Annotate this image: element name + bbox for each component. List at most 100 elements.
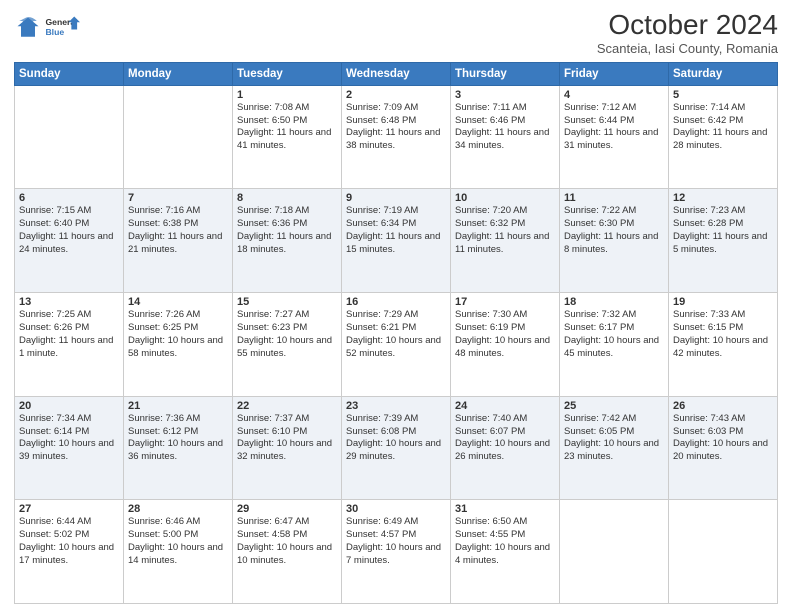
daylight-line: Daylight: 10 hours and 58 minutes.: [128, 335, 228, 361]
sunrise-line: Sunrise: 7:25 AM: [19, 309, 119, 322]
day-number: 29: [237, 503, 337, 515]
day-of-week-header: Monday: [124, 62, 233, 85]
calendar-cell: 22Sunrise: 7:37 AMSunset: 6:10 PMDayligh…: [233, 396, 342, 500]
sunrise-line: Sunrise: 6:50 AM: [455, 516, 555, 529]
daylight-line: Daylight: 10 hours and 42 minutes.: [673, 335, 773, 361]
day-number: 23: [346, 400, 446, 412]
sunset-line: Sunset: 6:48 PM: [346, 115, 446, 128]
sunset-line: Sunset: 6:21 PM: [346, 322, 446, 335]
daylight-line: Daylight: 11 hours and 11 minutes.: [455, 231, 555, 257]
sunset-line: Sunset: 5:00 PM: [128, 529, 228, 542]
day-of-week-header: Tuesday: [233, 62, 342, 85]
sunrise-line: Sunrise: 7:40 AM: [455, 413, 555, 426]
day-number: 14: [128, 296, 228, 308]
sunrise-line: Sunrise: 7:14 AM: [673, 102, 773, 115]
day-number: 21: [128, 400, 228, 412]
day-number: 9: [346, 192, 446, 204]
sunset-line: Sunset: 6:26 PM: [19, 322, 119, 335]
calendar-table: SundayMondayTuesdayWednesdayThursdayFrid…: [14, 62, 778, 604]
daylight-line: Daylight: 10 hours and 52 minutes.: [346, 335, 446, 361]
sunset-line: Sunset: 6:30 PM: [564, 218, 664, 231]
calendar-cell: 17Sunrise: 7:30 AMSunset: 6:19 PMDayligh…: [451, 293, 560, 397]
sunset-line: Sunset: 6:10 PM: [237, 426, 337, 439]
sunrise-line: Sunrise: 7:42 AM: [564, 413, 664, 426]
calendar-cell: 24Sunrise: 7:40 AMSunset: 6:07 PMDayligh…: [451, 396, 560, 500]
day-number: 4: [564, 89, 664, 101]
calendar-cell: 14Sunrise: 7:26 AMSunset: 6:25 PMDayligh…: [124, 293, 233, 397]
calendar-cell: 15Sunrise: 7:27 AMSunset: 6:23 PMDayligh…: [233, 293, 342, 397]
daylight-line: Daylight: 10 hours and 10 minutes.: [237, 542, 337, 568]
calendar-cell: [15, 85, 124, 189]
daylight-line: Daylight: 11 hours and 34 minutes.: [455, 127, 555, 153]
daylight-line: Daylight: 11 hours and 5 minutes.: [673, 231, 773, 257]
daylight-line: Daylight: 11 hours and 21 minutes.: [128, 231, 228, 257]
daylight-line: Daylight: 11 hours and 15 minutes.: [346, 231, 446, 257]
day-number: 10: [455, 192, 555, 204]
sunset-line: Sunset: 6:08 PM: [346, 426, 446, 439]
daylight-line: Daylight: 11 hours and 38 minutes.: [346, 127, 446, 153]
calendar-cell: 7Sunrise: 7:16 AMSunset: 6:38 PMDaylight…: [124, 189, 233, 293]
sunset-line: Sunset: 6:03 PM: [673, 426, 773, 439]
sunset-line: Sunset: 6:34 PM: [346, 218, 446, 231]
subtitle: Scanteia, Iasi County, Romania: [597, 41, 778, 56]
day-number: 20: [19, 400, 119, 412]
day-of-week-header: Saturday: [669, 62, 778, 85]
sunrise-line: Sunrise: 7:43 AM: [673, 413, 773, 426]
day-number: 19: [673, 296, 773, 308]
day-of-week-header: Thursday: [451, 62, 560, 85]
sunset-line: Sunset: 6:32 PM: [455, 218, 555, 231]
calendar-cell: 19Sunrise: 7:33 AMSunset: 6:15 PMDayligh…: [669, 293, 778, 397]
sunset-line: Sunset: 6:46 PM: [455, 115, 555, 128]
day-number: 27: [19, 503, 119, 515]
daylight-line: Daylight: 10 hours and 48 minutes.: [455, 335, 555, 361]
daylight-line: Daylight: 11 hours and 1 minute.: [19, 335, 119, 361]
title-block: October 2024 Scanteia, Iasi County, Roma…: [597, 10, 778, 56]
generalblue-logo-svg: General Blue: [44, 10, 80, 46]
sunrise-line: Sunrise: 6:49 AM: [346, 516, 446, 529]
calendar-cell: 21Sunrise: 7:36 AMSunset: 6:12 PMDayligh…: [124, 396, 233, 500]
day-number: 3: [455, 89, 555, 101]
sunset-line: Sunset: 6:14 PM: [19, 426, 119, 439]
calendar-cell: 8Sunrise: 7:18 AMSunset: 6:36 PMDaylight…: [233, 189, 342, 293]
sunrise-line: Sunrise: 7:22 AM: [564, 205, 664, 218]
calendar-cell: 26Sunrise: 7:43 AMSunset: 6:03 PMDayligh…: [669, 396, 778, 500]
calendar-cell: 1Sunrise: 7:08 AMSunset: 6:50 PMDaylight…: [233, 85, 342, 189]
sunset-line: Sunset: 6:12 PM: [128, 426, 228, 439]
sunrise-line: Sunrise: 7:26 AM: [128, 309, 228, 322]
calendar-week-row: 6Sunrise: 7:15 AMSunset: 6:40 PMDaylight…: [15, 189, 778, 293]
day-number: 6: [19, 192, 119, 204]
calendar-cell: 18Sunrise: 7:32 AMSunset: 6:17 PMDayligh…: [560, 293, 669, 397]
calendar-cell: 3Sunrise: 7:11 AMSunset: 6:46 PMDaylight…: [451, 85, 560, 189]
sunrise-line: Sunrise: 7:30 AM: [455, 309, 555, 322]
day-number: 24: [455, 400, 555, 412]
day-number: 11: [564, 192, 664, 204]
calendar-cell: [124, 85, 233, 189]
calendar-cell: 27Sunrise: 6:44 AMSunset: 5:02 PMDayligh…: [15, 500, 124, 604]
daylight-line: Daylight: 10 hours and 45 minutes.: [564, 335, 664, 361]
daylight-line: Daylight: 10 hours and 26 minutes.: [455, 438, 555, 464]
sunrise-line: Sunrise: 7:27 AM: [237, 309, 337, 322]
daylight-line: Daylight: 10 hours and 17 minutes.: [19, 542, 119, 568]
day-number: 31: [455, 503, 555, 515]
calendar-cell: 28Sunrise: 6:46 AMSunset: 5:00 PMDayligh…: [124, 500, 233, 604]
daylight-line: Daylight: 10 hours and 23 minutes.: [564, 438, 664, 464]
daylight-line: Daylight: 10 hours and 20 minutes.: [673, 438, 773, 464]
daylight-line: Daylight: 10 hours and 32 minutes.: [237, 438, 337, 464]
sunset-line: Sunset: 6:44 PM: [564, 115, 664, 128]
calendar-cell: [560, 500, 669, 604]
logo-icon: [14, 14, 42, 42]
sunset-line: Sunset: 4:58 PM: [237, 529, 337, 542]
sunset-line: Sunset: 6:40 PM: [19, 218, 119, 231]
calendar-cell: 4Sunrise: 7:12 AMSunset: 6:44 PMDaylight…: [560, 85, 669, 189]
calendar-cell: 16Sunrise: 7:29 AMSunset: 6:21 PMDayligh…: [342, 293, 451, 397]
sunrise-line: Sunrise: 7:11 AM: [455, 102, 555, 115]
day-number: 13: [19, 296, 119, 308]
sunset-line: Sunset: 6:25 PM: [128, 322, 228, 335]
sunrise-line: Sunrise: 7:09 AM: [346, 102, 446, 115]
day-number: 18: [564, 296, 664, 308]
calendar-cell: 9Sunrise: 7:19 AMSunset: 6:34 PMDaylight…: [342, 189, 451, 293]
sunset-line: Sunset: 5:02 PM: [19, 529, 119, 542]
calendar-cell: 6Sunrise: 7:15 AMSunset: 6:40 PMDaylight…: [15, 189, 124, 293]
day-number: 16: [346, 296, 446, 308]
day-number: 17: [455, 296, 555, 308]
